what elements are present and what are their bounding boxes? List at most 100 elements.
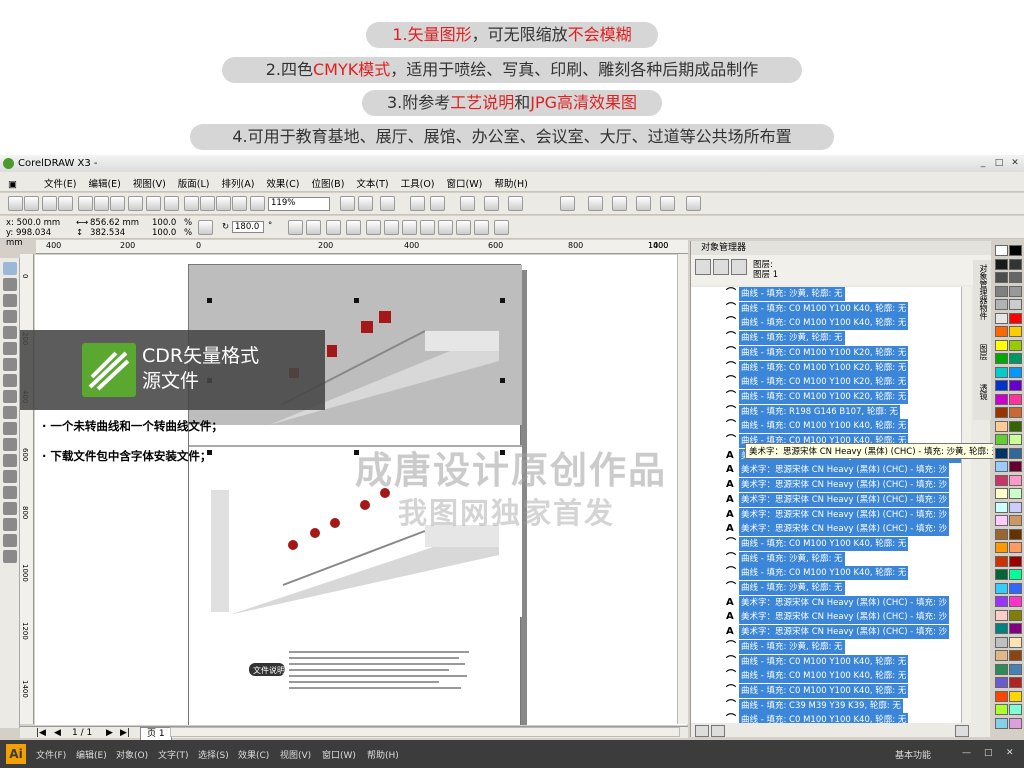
color-swatch[interactable] — [995, 555, 1008, 567]
toolbox-tool[interactable] — [3, 486, 17, 499]
color-swatch[interactable] — [995, 717, 1008, 729]
toolbox-tool[interactable] — [3, 422, 17, 435]
property-button[interactable] — [438, 220, 453, 235]
color-swatch[interactable] — [1009, 272, 1022, 283]
page-tab[interactable]: 页 1 — [140, 727, 172, 741]
toolbar-button[interactable] — [380, 196, 395, 211]
color-swatch[interactable] — [1009, 582, 1022, 594]
color-swatch[interactable] — [995, 623, 1008, 634]
color-swatch[interactable] — [1009, 447, 1022, 459]
toolbar-button[interactable] — [660, 196, 675, 211]
color-swatch[interactable] — [1009, 663, 1022, 675]
color-swatch[interactable] — [995, 542, 1008, 553]
vertical-scrollbar[interactable] — [677, 254, 688, 724]
color-swatch[interactable] — [1009, 542, 1022, 553]
color-swatch[interactable] — [995, 447, 1008, 459]
next-page-icon[interactable]: ▶ — [106, 727, 113, 739]
color-swatch[interactable] — [995, 690, 1008, 702]
ai-menu-item[interactable]: 文件(F) — [36, 748, 66, 761]
menu-item[interactable]: 排列(A) — [216, 172, 261, 194]
color-swatch[interactable] — [1009, 366, 1022, 378]
maximize-icon[interactable]: □ — [992, 157, 1006, 170]
menu-item[interactable]: 窗口(W) — [441, 172, 489, 194]
ai-close-icon[interactable]: ✕ — [1006, 748, 1014, 758]
toolbox-tool[interactable] — [3, 550, 17, 563]
color-swatch[interactable] — [1009, 501, 1022, 513]
toolbox-tool[interactable] — [3, 358, 17, 371]
delete-icon[interactable] — [955, 725, 969, 737]
color-swatch[interactable] — [995, 393, 1008, 405]
rotation-angle[interactable]: 180.0 — [232, 221, 264, 233]
color-swatch[interactable] — [995, 528, 1008, 540]
color-swatch[interactable] — [995, 339, 1008, 351]
toolbar-button[interactable] — [216, 196, 231, 211]
docker-tab[interactable]: 透镜 — [975, 384, 989, 400]
last-page-icon[interactable]: ▶| — [120, 727, 130, 739]
toolbar-button[interactable] — [128, 196, 143, 211]
ai-menu-item[interactable]: 编辑(E) — [76, 748, 107, 761]
color-swatch[interactable] — [995, 353, 1008, 364]
color-swatch[interactable] — [1009, 623, 1022, 634]
color-swatch[interactable] — [1009, 704, 1022, 715]
color-swatch[interactable] — [1009, 258, 1022, 270]
color-swatch[interactable] — [1009, 285, 1022, 297]
color-swatch[interactable] — [995, 420, 1008, 432]
color-swatch[interactable] — [995, 609, 1008, 621]
color-swatch[interactable] — [1009, 488, 1022, 499]
toolbox-tool[interactable] — [3, 518, 17, 531]
object-width[interactable]: 856.62 mm — [88, 218, 140, 228]
first-page-icon[interactable]: |◀ — [36, 727, 46, 739]
toolbar-button[interactable] — [460, 196, 475, 211]
color-swatch[interactable] — [995, 326, 1008, 337]
color-swatch[interactable] — [995, 569, 1008, 580]
layer-manager-icon[interactable] — [731, 259, 747, 275]
ai-menu-item[interactable]: 文字(T) — [158, 748, 189, 761]
color-swatch[interactable] — [995, 312, 1008, 324]
toolbar-button[interactable] — [58, 196, 73, 211]
color-swatch[interactable] — [995, 704, 1008, 715]
toolbar-button[interactable] — [430, 196, 445, 211]
toolbar-button[interactable] — [24, 196, 39, 211]
horizontal-scrollbar[interactable] — [170, 727, 680, 737]
toolbox-tool[interactable] — [3, 534, 17, 547]
toolbar-button[interactable] — [110, 196, 125, 211]
color-swatch[interactable] — [995, 582, 1008, 594]
menu-item[interactable]: 文本(T) — [350, 172, 394, 194]
color-swatch[interactable] — [1009, 515, 1022, 526]
menu-item[interactable]: 帮助(H) — [488, 172, 534, 194]
color-swatch[interactable] — [1009, 339, 1022, 351]
color-swatch[interactable] — [1009, 434, 1022, 445]
ai-menu-item[interactable]: 对象(O) — [116, 748, 148, 761]
docker-tab[interactable]: 图层 — [975, 344, 989, 360]
zoom-select[interactable]: 119% — [268, 197, 330, 211]
toolbar-button[interactable] — [184, 196, 199, 211]
toolbar-button[interactable] — [42, 196, 57, 211]
toolbox-tool[interactable] — [3, 374, 17, 387]
color-swatch[interactable] — [995, 272, 1008, 283]
color-swatch[interactable] — [995, 258, 1008, 270]
close-icon[interactable]: ✕ — [1008, 157, 1022, 170]
workspace-switcher[interactable]: 基本功能 — [895, 748, 931, 761]
object-list-scrollbar[interactable] — [961, 287, 971, 723]
docker-tab[interactable]: 对象管理器 — [975, 264, 989, 304]
color-swatch[interactable] — [995, 380, 1008, 391]
color-swatch[interactable] — [995, 650, 1008, 661]
ai-menu-item[interactable]: 帮助(H) — [367, 748, 399, 761]
toolbox-tool[interactable] — [3, 262, 17, 275]
toolbar-button[interactable] — [164, 196, 179, 211]
file-note-button[interactable]: 文件说明 — [253, 665, 285, 675]
color-swatch[interactable] — [1009, 717, 1022, 729]
layer-view-icon[interactable] — [695, 259, 711, 275]
property-button[interactable] — [288, 220, 303, 235]
toolbox-tool[interactable] — [3, 454, 17, 467]
color-swatch[interactable] — [1009, 326, 1022, 337]
color-swatch[interactable] — [995, 501, 1008, 513]
color-swatch[interactable] — [1009, 393, 1022, 405]
property-button[interactable] — [474, 220, 489, 235]
color-swatch[interactable] — [995, 366, 1008, 378]
property-button[interactable] — [456, 220, 471, 235]
scale-y[interactable]: 100.0 — [150, 228, 180, 238]
property-button[interactable] — [326, 220, 341, 235]
color-swatch[interactable] — [995, 299, 1008, 310]
property-button[interactable] — [306, 220, 321, 235]
